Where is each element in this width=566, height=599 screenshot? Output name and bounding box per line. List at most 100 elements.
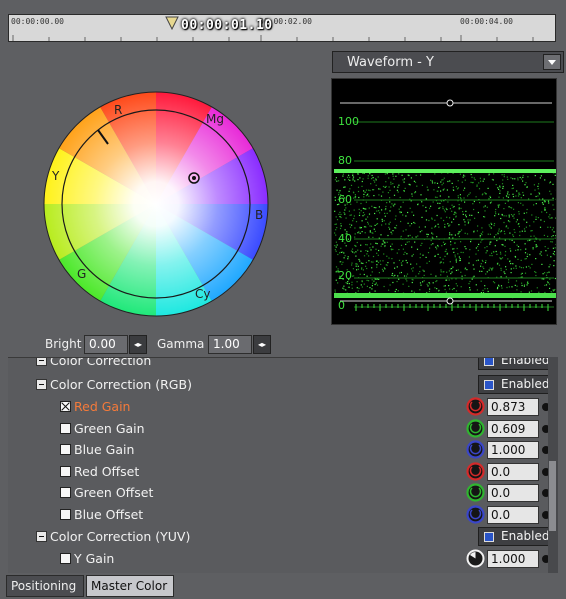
wf-sample [453,218,455,220]
wf-sample [411,281,413,284]
property-checkbox[interactable] [60,422,71,434]
wf-sample [394,274,396,276]
wf-sample [352,174,354,177]
dropdown-arrow-icon[interactable] [543,54,561,70]
group-row-color-correction[interactable]: Color Correction Enabled [8,358,558,371]
wf-sample [547,200,550,202]
wf-sample [508,286,510,288]
enabled-toggle[interactable]: Enabled [478,358,553,370]
tab-master-color[interactable]: Master Color [86,575,174,597]
property-checkbox[interactable] [60,444,71,456]
wf-sample [351,262,353,264]
green-offset-value[interactable]: 0.0 [487,484,539,503]
property-row-green-offset[interactable]: Green Offset 0.0 [8,482,558,503]
wf-sample [461,181,463,183]
wf-sample [512,178,514,180]
bright-stepper-icon[interactable]: ◂▸ [129,335,147,354]
wf-sample [345,282,347,284]
color-wheel[interactable]: R Mg B Cy G Y [40,88,272,320]
wf-sample [504,202,506,204]
y-gain-value[interactable]: 1.000 [487,550,539,568]
wf-sample [445,207,447,209]
wf-sample [555,189,556,191]
expand-collapse-icon[interactable] [36,358,47,366]
wf-sample [499,251,502,253]
wf-sample [354,180,356,182]
wf-sample [539,253,541,255]
wf-sample [456,285,458,287]
gamma-input[interactable]: 1.00 [208,335,252,354]
wf-sample [467,219,469,221]
scrollbar-thumb[interactable] [549,461,556,531]
wf-sample [350,214,352,216]
blue-gain-knob-icon[interactable] [466,440,485,459]
timeline-ruler[interactable]: 00:00:00.00 00:00:02.00 00:00:04.00 00:0… [8,14,556,42]
wf-sample [520,249,522,251]
wf-sample [485,260,487,262]
blue-gain-value[interactable]: 1.000 [487,441,539,460]
red-offset-value[interactable]: 0.0 [487,462,539,481]
wf-sample [450,241,452,243]
wf-sample [536,287,538,289]
wf-sample [510,268,512,270]
property-row-blue-offset[interactable]: Blue Offset 0.0 [8,504,558,525]
enabled-toggle-yuv[interactable]: Enabled [478,527,553,546]
wf-sample [493,224,495,227]
group-row-color-correction-yuv[interactable]: Color Correction (YUV) Enabled [8,526,558,547]
wf-sample [551,241,553,243]
property-checkbox[interactable] [60,401,71,412]
wf-sample [444,250,446,253]
wf-sample [444,226,446,228]
blue-offset-value[interactable]: 0.0 [487,506,539,524]
gamma-stepper-icon[interactable]: ◂▸ [253,335,271,354]
wf-sample [457,233,459,235]
collapse-icon[interactable] [36,531,47,542]
wf-sample [550,241,552,243]
wf-sample [366,275,368,277]
property-checkbox[interactable] [60,487,71,499]
property-checkbox[interactable] [60,465,71,477]
property-row-green-gain[interactable]: Green Gain 0.609 [8,418,558,439]
wf-sample [430,239,432,242]
property-row-red-offset[interactable]: Red Offset 0.0 [8,461,558,482]
blue-offset-knob-icon[interactable] [466,505,485,524]
playhead-marker-icon[interactable] [165,16,179,30]
wf-sample [373,179,375,182]
wf-sample [403,275,406,277]
wf-sample [357,190,360,193]
wf-sample [484,210,486,212]
scope-mode-select[interactable]: Waveform - Y [332,51,564,73]
wf-sample [401,174,403,176]
wf-sample [386,202,388,204]
property-list-scrollbar[interactable] [548,357,558,573]
enabled-toggle-rgb[interactable]: Enabled [478,375,553,394]
wf-sample [362,262,364,264]
wf-sample [458,208,460,210]
group-row-color-correction-rgb[interactable]: Color Correction (RGB) Enabled [8,374,558,395]
property-row-blue-gain[interactable]: Blue Gain 1.000 [8,439,558,460]
wf-sample [436,182,439,184]
wf-sample [447,201,449,203]
property-row-y-gain[interactable]: Y Gain 1.000 [8,548,558,569]
y-gain-knob-icon[interactable] [466,549,485,568]
tab-positioning[interactable]: Positioning [6,575,84,597]
property-checkbox[interactable] [60,509,71,520]
property-checkbox[interactable] [60,553,71,564]
property-row-red-gain[interactable]: Red Gain 0.873 [8,396,558,417]
wf-sample [505,268,507,271]
wf-sample [449,261,451,263]
wf-sample [532,247,534,249]
wf-sample [420,244,422,246]
red-offset-knob-icon[interactable] [466,462,485,481]
green-gain-value[interactable]: 0.609 [487,419,539,438]
red-gain-value[interactable]: 0.873 [487,398,539,416]
bright-input[interactable]: 0.00 [84,335,128,354]
wf-sample [443,209,446,211]
wf-sample [340,223,342,225]
wf-sample [371,232,373,234]
green-offset-knob-icon[interactable] [466,483,485,502]
green-gain-knob-icon[interactable] [466,418,485,438]
collapse-icon[interactable] [36,379,47,390]
wf-sample [349,223,351,225]
red-gain-knob-icon[interactable] [466,397,485,416]
